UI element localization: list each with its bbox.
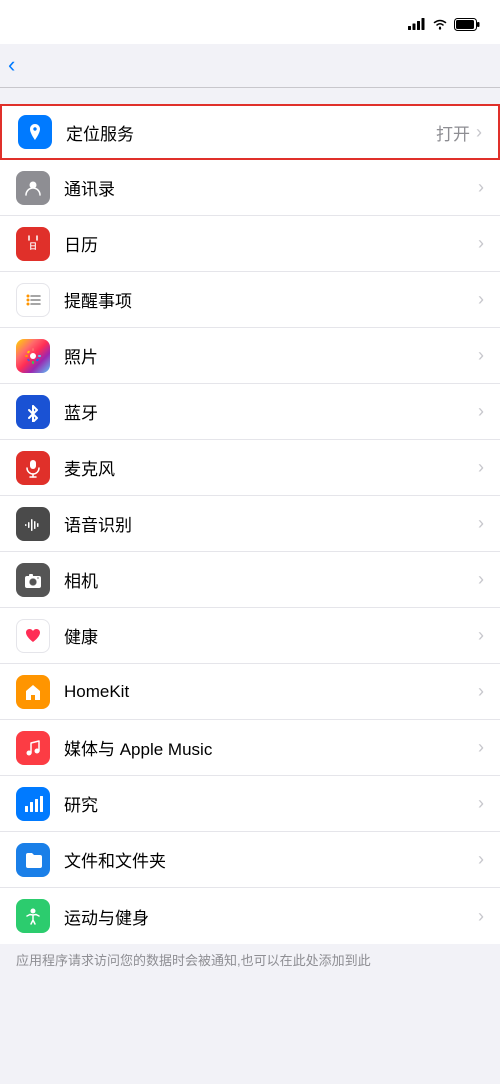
location-icon <box>18 115 52 149</box>
research-chevron-icon: › <box>478 793 484 814</box>
photos-icon <box>16 339 50 373</box>
settings-row-research[interactable]: 研究 › <box>0 776 500 832</box>
settings-row-location[interactable]: 定位服务 打开 › <box>0 104 500 160</box>
fitness-label: 运动与健身 <box>64 904 478 929</box>
files-icon <box>16 843 50 877</box>
calendar-icon: 日 <box>16 227 50 261</box>
bottom-note: 应用程序请求访问您的数据时会被通知,也可以在此处添加到此 <box>0 944 500 986</box>
reminders-label: 提醒事项 <box>64 287 478 312</box>
camera-chevron-icon: › <box>478 569 484 590</box>
settings-row-speech[interactable]: 语音识别 › <box>0 496 500 552</box>
settings-row-reminders[interactable]: 提醒事项 › <box>0 272 500 328</box>
status-icons <box>408 18 480 31</box>
location-chevron-icon: › <box>476 122 482 143</box>
photos-label: 照片 <box>64 343 478 368</box>
homekit-chevron-icon: › <box>478 681 484 702</box>
bluetooth-icon <box>16 395 50 429</box>
fitness-icon <box>16 899 50 933</box>
settings-row-fitness[interactable]: 运动与健身 › <box>0 888 500 944</box>
battery-icon <box>454 18 480 31</box>
camera-label: 相机 <box>64 567 478 592</box>
settings-list: 定位服务 打开 › 通讯录 › 日 日历 › 提醒事项 › 照片 › 蓝牙 › … <box>0 104 500 944</box>
research-label: 研究 <box>64 791 478 816</box>
reminders-chevron-icon: › <box>478 289 484 310</box>
files-label: 文件和文件夹 <box>64 847 478 872</box>
speech-icon <box>16 507 50 541</box>
settings-row-microphone[interactable]: 麦克风 › <box>0 440 500 496</box>
settings-row-media[interactable]: 媒体与 Apple Music › <box>0 720 500 776</box>
media-label: 媒体与 Apple Music <box>64 735 478 760</box>
settings-row-camera[interactable]: 相机 › <box>0 552 500 608</box>
speech-label: 语音识别 <box>64 511 478 536</box>
speech-chevron-icon: › <box>478 513 484 534</box>
photos-chevron-icon: › <box>478 345 484 366</box>
back-chevron-icon: ‹ <box>8 54 15 76</box>
health-chevron-icon: › <box>478 625 484 646</box>
settings-row-contacts[interactable]: 通讯录 › <box>0 160 500 216</box>
fitness-chevron-icon: › <box>478 906 484 927</box>
research-icon <box>16 787 50 821</box>
media-icon <box>16 731 50 765</box>
settings-row-files[interactable]: 文件和文件夹 › <box>0 832 500 888</box>
back-button[interactable]: ‹ <box>8 55 17 76</box>
signal-icon <box>408 18 426 30</box>
homekit-icon <box>16 675 50 709</box>
health-label: 健康 <box>64 623 478 648</box>
camera-icon <box>16 563 50 597</box>
homekit-label: HomeKit <box>64 682 478 702</box>
settings-row-photos[interactable]: 照片 › <box>0 328 500 384</box>
nav-bar: ‹ <box>0 44 500 88</box>
wifi-icon <box>432 18 448 30</box>
contacts-chevron-icon: › <box>478 177 484 198</box>
settings-row-health[interactable]: 健康 › <box>0 608 500 664</box>
settings-row-calendar[interactable]: 日 日历 › <box>0 216 500 272</box>
status-bar <box>0 0 500 44</box>
contacts-icon <box>16 171 50 205</box>
location-value: 打开 <box>436 120 470 145</box>
health-icon <box>16 619 50 653</box>
reminders-icon <box>16 283 50 317</box>
files-chevron-icon: › <box>478 849 484 870</box>
bluetooth-label: 蓝牙 <box>64 399 478 424</box>
microphone-icon <box>16 451 50 485</box>
calendar-chevron-icon: › <box>478 233 484 254</box>
settings-row-homekit[interactable]: HomeKit › <box>0 664 500 720</box>
settings-section: 定位服务 打开 › 通讯录 › 日 日历 › 提醒事项 › 照片 › 蓝牙 › … <box>0 104 500 944</box>
calendar-label: 日历 <box>64 231 478 256</box>
bluetooth-chevron-icon: › <box>478 401 484 422</box>
svg-text:日: 日 <box>29 242 37 251</box>
media-chevron-icon: › <box>478 737 484 758</box>
settings-row-bluetooth[interactable]: 蓝牙 › <box>0 384 500 440</box>
microphone-label: 麦克风 <box>64 455 478 480</box>
microphone-chevron-icon: › <box>478 457 484 478</box>
location-label: 定位服务 <box>66 120 436 145</box>
contacts-label: 通讯录 <box>64 175 478 200</box>
